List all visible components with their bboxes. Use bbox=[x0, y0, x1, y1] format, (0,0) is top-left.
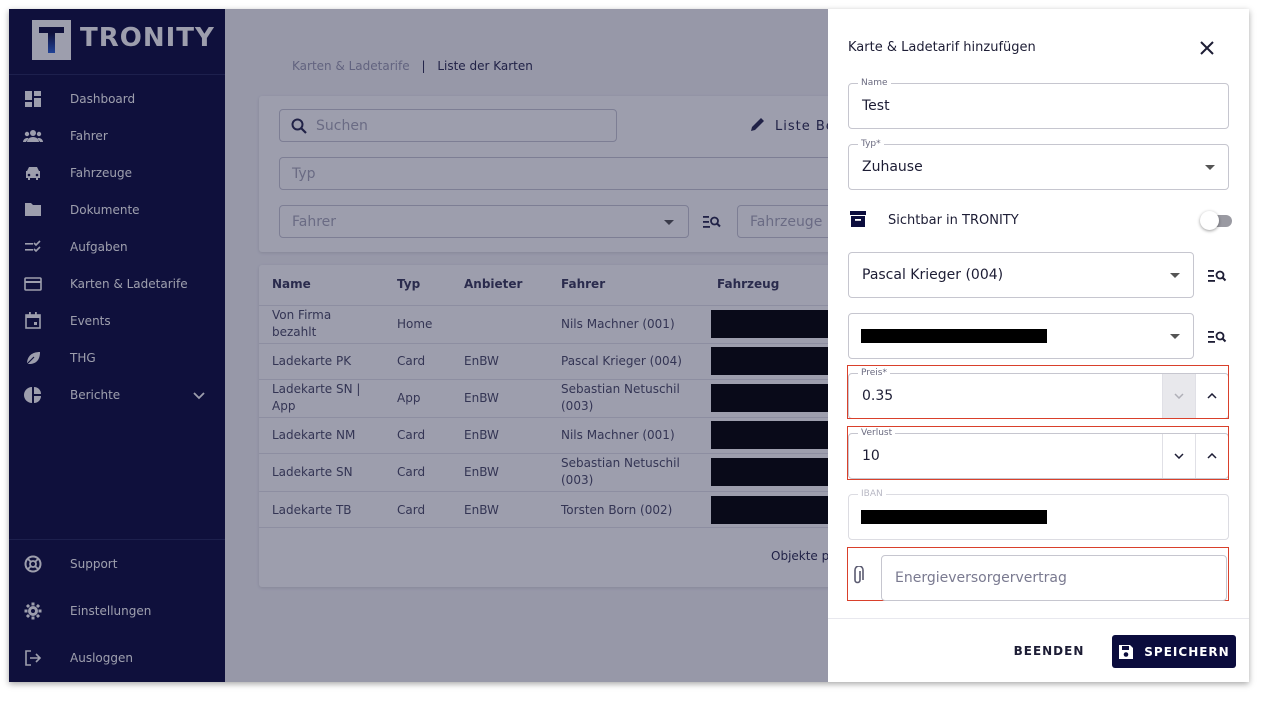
paperclip-icon[interactable] bbox=[852, 565, 864, 590]
vehicle-select[interactable] bbox=[848, 313, 1194, 359]
driver-select[interactable]: Pascal Krieger (004) bbox=[848, 252, 1194, 298]
name-field-label: Name bbox=[858, 77, 891, 89]
caret-down-icon bbox=[1170, 334, 1180, 339]
redacted-vehicle-value bbox=[861, 329, 1047, 343]
toggle-thumb bbox=[1200, 211, 1219, 230]
contract-upload-field[interactable]: Energieversorgervertrag bbox=[881, 555, 1227, 601]
save-button-label: SPEICHERN bbox=[1144, 644, 1230, 659]
close-icon[interactable] bbox=[1200, 40, 1216, 56]
search-list-icon[interactable] bbox=[1208, 268, 1227, 287]
highlight-outline bbox=[847, 426, 1229, 480]
redacted-iban-value bbox=[861, 510, 1047, 524]
name-field[interactable]: Name Test bbox=[848, 77, 1229, 129]
iban-field[interactable]: IBAN bbox=[848, 488, 1229, 540]
typ-select-value: Zuhause bbox=[862, 159, 923, 175]
cancel-button[interactable]: BEENDEN bbox=[1012, 639, 1086, 663]
typ-select-label: Typ* bbox=[858, 138, 884, 150]
visibility-toggle[interactable] bbox=[1200, 211, 1233, 230]
driver-select-value: Pascal Krieger (004) bbox=[862, 267, 1004, 283]
iban-field-label: IBAN bbox=[858, 488, 886, 500]
highlight-outline bbox=[847, 365, 1229, 419]
app-window: TRONITY Dashboard Fahrer Fahrzeuge Dokum… bbox=[9, 9, 1249, 682]
drawer-title: Karte & Ladetarif hinzufügen bbox=[848, 40, 1036, 55]
drawer-footer-divider bbox=[828, 618, 1249, 619]
caret-down-icon bbox=[1170, 273, 1180, 278]
name-field-value: Test bbox=[862, 98, 890, 114]
save-button[interactable]: SPEICHERN bbox=[1112, 635, 1236, 668]
search-list-icon[interactable] bbox=[1208, 329, 1227, 348]
archive-box-icon bbox=[849, 210, 867, 232]
typ-select[interactable]: Typ* Zuhause bbox=[848, 138, 1229, 190]
caret-down-icon bbox=[1205, 165, 1215, 170]
visibility-label: Sichtbar in TRONITY bbox=[888, 213, 1019, 228]
contract-upload-placeholder: Energieversorgervertrag bbox=[895, 570, 1067, 586]
save-icon bbox=[1118, 644, 1134, 660]
add-card-drawer: Karte & Ladetarif hinzufügen Name Test T… bbox=[828, 9, 1249, 682]
